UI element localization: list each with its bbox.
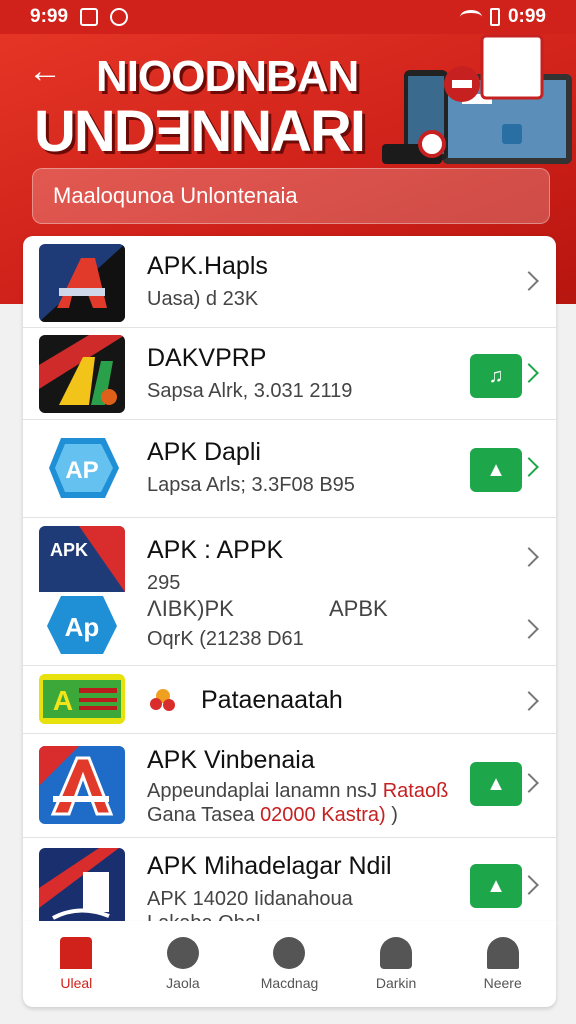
app-name: Pataenaatah bbox=[201, 686, 343, 714]
search-input[interactable]: Maaloqunoa Unlontenaia bbox=[32, 168, 550, 224]
face-icon bbox=[166, 937, 199, 969]
app-thumbnail: APK Ap bbox=[39, 526, 125, 658]
nav-item-profile[interactable]: Neere bbox=[449, 921, 556, 1007]
app-subtitle: APBK bbox=[329, 596, 388, 621]
app-subtitle: Lapsa Arls; 3.3F08 B95 bbox=[147, 474, 355, 496]
flower-icon bbox=[150, 689, 175, 711]
app-subtitle-highlight: Rataoß bbox=[382, 780, 449, 802]
app-name: APK Mihadelagar Ndil bbox=[147, 852, 392, 880]
chevron-right-icon[interactable] bbox=[519, 457, 539, 477]
people-icon bbox=[380, 937, 413, 969]
nav-item-people[interactable]: Darkin bbox=[343, 921, 450, 1007]
battery-icon bbox=[489, 8, 500, 26]
back-arrow-icon[interactable]: ← bbox=[28, 54, 62, 88]
list-item[interactable]: APK.Hapls Uasa) d 23K bbox=[23, 236, 556, 328]
list-item[interactable]: APK Mihadelagar Ndil APK 14020 Iidanahou… bbox=[23, 838, 556, 921]
app-name: APK Vinbenaia bbox=[147, 746, 315, 774]
app-list: APK.Hapls Uasa) d 23K DAKVPRP Sapsa Alrk… bbox=[23, 236, 556, 921]
chevron-right-icon[interactable] bbox=[519, 875, 539, 895]
profile-icon bbox=[486, 937, 519, 969]
list-item[interactable]: APK Ap APK : APPK 295 ΛIBK)PK APBK OqrK … bbox=[23, 518, 556, 666]
svg-text:Ap: Ap bbox=[65, 612, 100, 642]
wifi-icon bbox=[459, 10, 482, 24]
app-thumbnail bbox=[39, 746, 125, 824]
list-item[interactable]: AP APK Dapli Lapsa Arls; 3.3F08 B95 ▲ bbox=[23, 420, 556, 518]
app-thumbnail bbox=[39, 244, 125, 322]
app-subtitle: Sapsa Alrk, 3.031 2119 bbox=[147, 380, 353, 402]
download-button[interactable]: ♫ bbox=[470, 354, 522, 398]
app-name: APK.Hapls bbox=[147, 252, 268, 280]
h-icon bbox=[273, 937, 306, 969]
app-subtitle-highlight: 02000 Kastra) bbox=[260, 804, 386, 826]
app-subtitle: Gana Tasea 02000 Kastra) ) bbox=[147, 804, 398, 827]
notification-icon bbox=[80, 8, 99, 26]
download-button[interactable]: ▲ bbox=[470, 864, 522, 908]
status-time-left: 9:99 bbox=[30, 6, 69, 27]
list-item[interactable]: APK Vinbenaia Appeundaplai lanamn nsJ Ra… bbox=[23, 734, 556, 838]
chevron-right-icon[interactable] bbox=[519, 773, 539, 793]
status-bar: 9:99 0:99 bbox=[0, 0, 576, 34]
app-thumbnail bbox=[39, 848, 125, 921]
svg-text:APK: APK bbox=[50, 540, 88, 560]
download-button[interactable]: ▲ bbox=[470, 448, 522, 492]
app-subtitle-text: Appeundaplai lanamn nsJ bbox=[147, 780, 378, 802]
app-name: DAKVPRP bbox=[147, 344, 267, 372]
app-subtitle: Lakaba Obal bbox=[147, 912, 260, 921]
nav-label: Darkin bbox=[375, 975, 417, 991]
app-subtitle: OqrK (21238 D61 bbox=[147, 628, 304, 650]
app-subtitle: Uasa) d 23K bbox=[147, 288, 259, 310]
app-thumbnail: AP bbox=[39, 428, 125, 506]
devices-illustration bbox=[382, 34, 572, 164]
page-title-line2: UNDƎNNARI bbox=[34, 99, 366, 164]
app-name: APK : APPK bbox=[147, 536, 284, 564]
home-icon bbox=[60, 937, 93, 969]
page-title-line1: NIOODNBAN bbox=[96, 52, 359, 101]
nav-label: Jaola bbox=[166, 975, 200, 991]
app-subtitle: Appeundaplai lanamn nsJ Rataoß bbox=[147, 780, 448, 803]
app-subtitle: 295 bbox=[147, 572, 181, 594]
nav-label: Macdnag bbox=[260, 975, 319, 991]
download-button[interactable]: ▲ bbox=[470, 762, 522, 806]
app-subtitle: APK 14020 Iidanahoua bbox=[147, 888, 353, 910]
svg-text:AP: AP bbox=[65, 457, 98, 484]
list-item[interactable]: DAKVPRP Sapsa Alrk, 3.031 2119 ♫ bbox=[23, 328, 556, 420]
app-thumbnail: A bbox=[39, 674, 125, 724]
alarm-icon bbox=[110, 8, 129, 26]
nav-item-home[interactable]: Uleal bbox=[23, 921, 130, 1007]
app-thumbnail bbox=[39, 335, 125, 413]
chevron-right-icon[interactable] bbox=[519, 363, 539, 383]
chevron-right-icon[interactable] bbox=[519, 619, 539, 639]
nav-label: Neere bbox=[483, 975, 522, 991]
nav-item-h[interactable]: Macdnag bbox=[236, 921, 343, 1007]
app-subtitle: ΛIBK)PK bbox=[147, 596, 234, 621]
bottom-navigation: Uleal Jaola Macdnag Darkin Neere bbox=[23, 921, 556, 1007]
nav-label: Uleal bbox=[60, 975, 93, 991]
chevron-right-icon[interactable] bbox=[519, 691, 539, 711]
chevron-right-icon[interactable] bbox=[519, 271, 539, 291]
app-subtitle-text: ) bbox=[391, 804, 398, 826]
app-subtitle-text: Gana Tasea bbox=[147, 804, 255, 826]
nav-item-face[interactable]: Jaola bbox=[130, 921, 237, 1007]
svg-text:A: A bbox=[53, 685, 73, 716]
chevron-right-icon[interactable] bbox=[519, 547, 539, 567]
list-item[interactable]: A Pataenaatah bbox=[23, 666, 556, 734]
app-name: APK Dapli bbox=[147, 438, 261, 466]
status-time-right: 0:99 bbox=[507, 6, 546, 27]
